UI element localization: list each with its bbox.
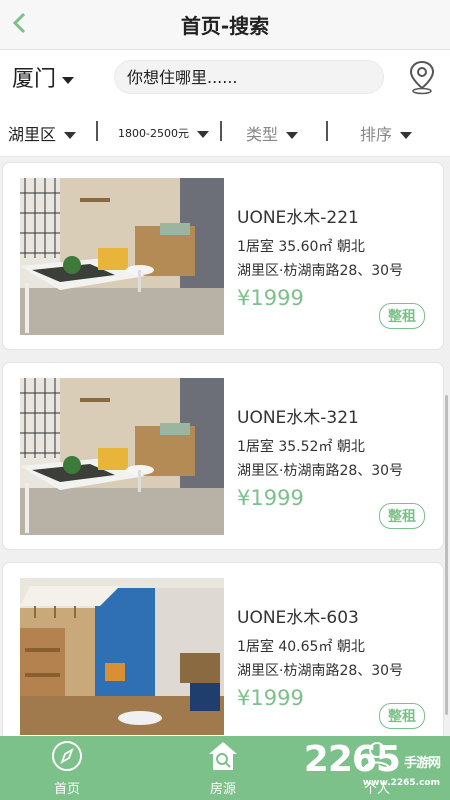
- listing-price: ¥1999: [237, 286, 304, 310]
- listing-info: UONE水木-221 1居室 35.60㎡ 朝北 湖里区·枋湖南路28、30号 …: [237, 203, 403, 310]
- divider: [326, 121, 328, 141]
- listing-photo: [20, 178, 224, 335]
- listing-address: 湖里区·枋湖南路28、30号: [237, 263, 404, 279]
- city-label: 厦门: [12, 67, 57, 92]
- caret-down-icon: [196, 130, 209, 138]
- filter-sort-label: 排序: [360, 125, 393, 144]
- listing-info: UONE水木-603 1居室 40.65㎡ 朝北 湖里区·枋湖南路28、30号 …: [237, 603, 403, 710]
- map-pin-icon: [409, 60, 435, 95]
- listing-name: UONE水木-221: [237, 208, 359, 228]
- listing-photo: [20, 378, 224, 535]
- filter-bar: 湖里区 1800-2500元 类型 排序: [0, 105, 450, 157]
- filter-price-label: 1800-2500元: [118, 127, 189, 140]
- listing-photo: [20, 578, 224, 735]
- listing-spec: 1居室 35.52㎡ 朝北: [237, 439, 365, 455]
- listing-list: UONE水木-221 1居室 35.60㎡ 朝北 湖里区·枋湖南路28、30号 …: [0, 162, 450, 736]
- caret-down-icon: [286, 132, 299, 139]
- tab-home-label: 首页: [53, 782, 80, 797]
- filter-district[interactable]: 湖里区: [8, 121, 77, 145]
- rent-type-badge: 整租: [379, 503, 425, 529]
- listing-info: UONE水木-321 1居室 35.52㎡ 朝北 湖里区·枋湖南路28、30号 …: [237, 403, 403, 510]
- rent-type-badge: 整租: [379, 703, 425, 729]
- divider: [96, 121, 98, 141]
- caret-down-icon: [400, 132, 413, 139]
- watermark-number: 2265: [303, 739, 401, 780]
- compass-icon: [51, 740, 83, 772]
- city-search-bar: 厦门 你想住哪里......: [0, 50, 450, 105]
- listing-card[interactable]: UONE水木-221 1居室 35.60㎡ 朝北 湖里区·枋湖南路28、30号 …: [2, 162, 444, 350]
- divider: [220, 121, 222, 141]
- listing-address: 湖里区·枋湖南路28、30号: [237, 463, 404, 479]
- scrollbar[interactable]: [445, 395, 448, 715]
- filter-district-label: 湖里区: [8, 125, 57, 144]
- caret-down-icon: [64, 132, 77, 139]
- listing-card[interactable]: UONE水木-321 1居室 35.52㎡ 朝北 湖里区·枋湖南路28、30号 …: [2, 362, 444, 550]
- tab-home[interactable]: 首页: [32, 740, 102, 797]
- filter-sort[interactable]: 排序: [360, 121, 413, 145]
- listing-name: UONE水木-603: [237, 608, 359, 628]
- header: 首页-搜索: [0, 0, 450, 50]
- listing-name: UONE水木-321: [237, 408, 359, 428]
- listing-price: ¥1999: [237, 486, 304, 510]
- filter-type-label: 类型: [246, 125, 279, 144]
- page-title: 首页-搜索: [180, 14, 270, 38]
- listing-spec: 1居室 35.60㎡ 朝北: [237, 239, 365, 255]
- tab-listings-label: 房源: [209, 782, 236, 797]
- caret-down-icon: [62, 76, 75, 84]
- city-selector[interactable]: 厦门: [12, 61, 75, 93]
- search-input[interactable]: 你想住哪里......: [114, 60, 384, 94]
- watermark-logo: 2265 手游网 www.2265.com: [303, 739, 441, 788]
- filter-type[interactable]: 类型: [246, 121, 299, 145]
- location-button[interactable]: [408, 59, 436, 95]
- listing-card[interactable]: UONE水木-603 1居室 40.65㎡ 朝北 湖里区·枋湖南路28、30号 …: [2, 562, 444, 736]
- watermark-suffix: 手游网: [403, 755, 441, 771]
- tab-listings[interactable]: 房源: [188, 740, 258, 797]
- listing-price: ¥1999: [237, 686, 304, 710]
- rent-type-badge: 整租: [379, 303, 425, 329]
- listing-address: 湖里区·枋湖南路28、30号: [237, 663, 404, 679]
- listing-spec: 1居室 40.65㎡ 朝北: [237, 639, 365, 655]
- house-search-icon: [207, 740, 239, 772]
- filter-price[interactable]: 1800-2500元: [118, 125, 209, 141]
